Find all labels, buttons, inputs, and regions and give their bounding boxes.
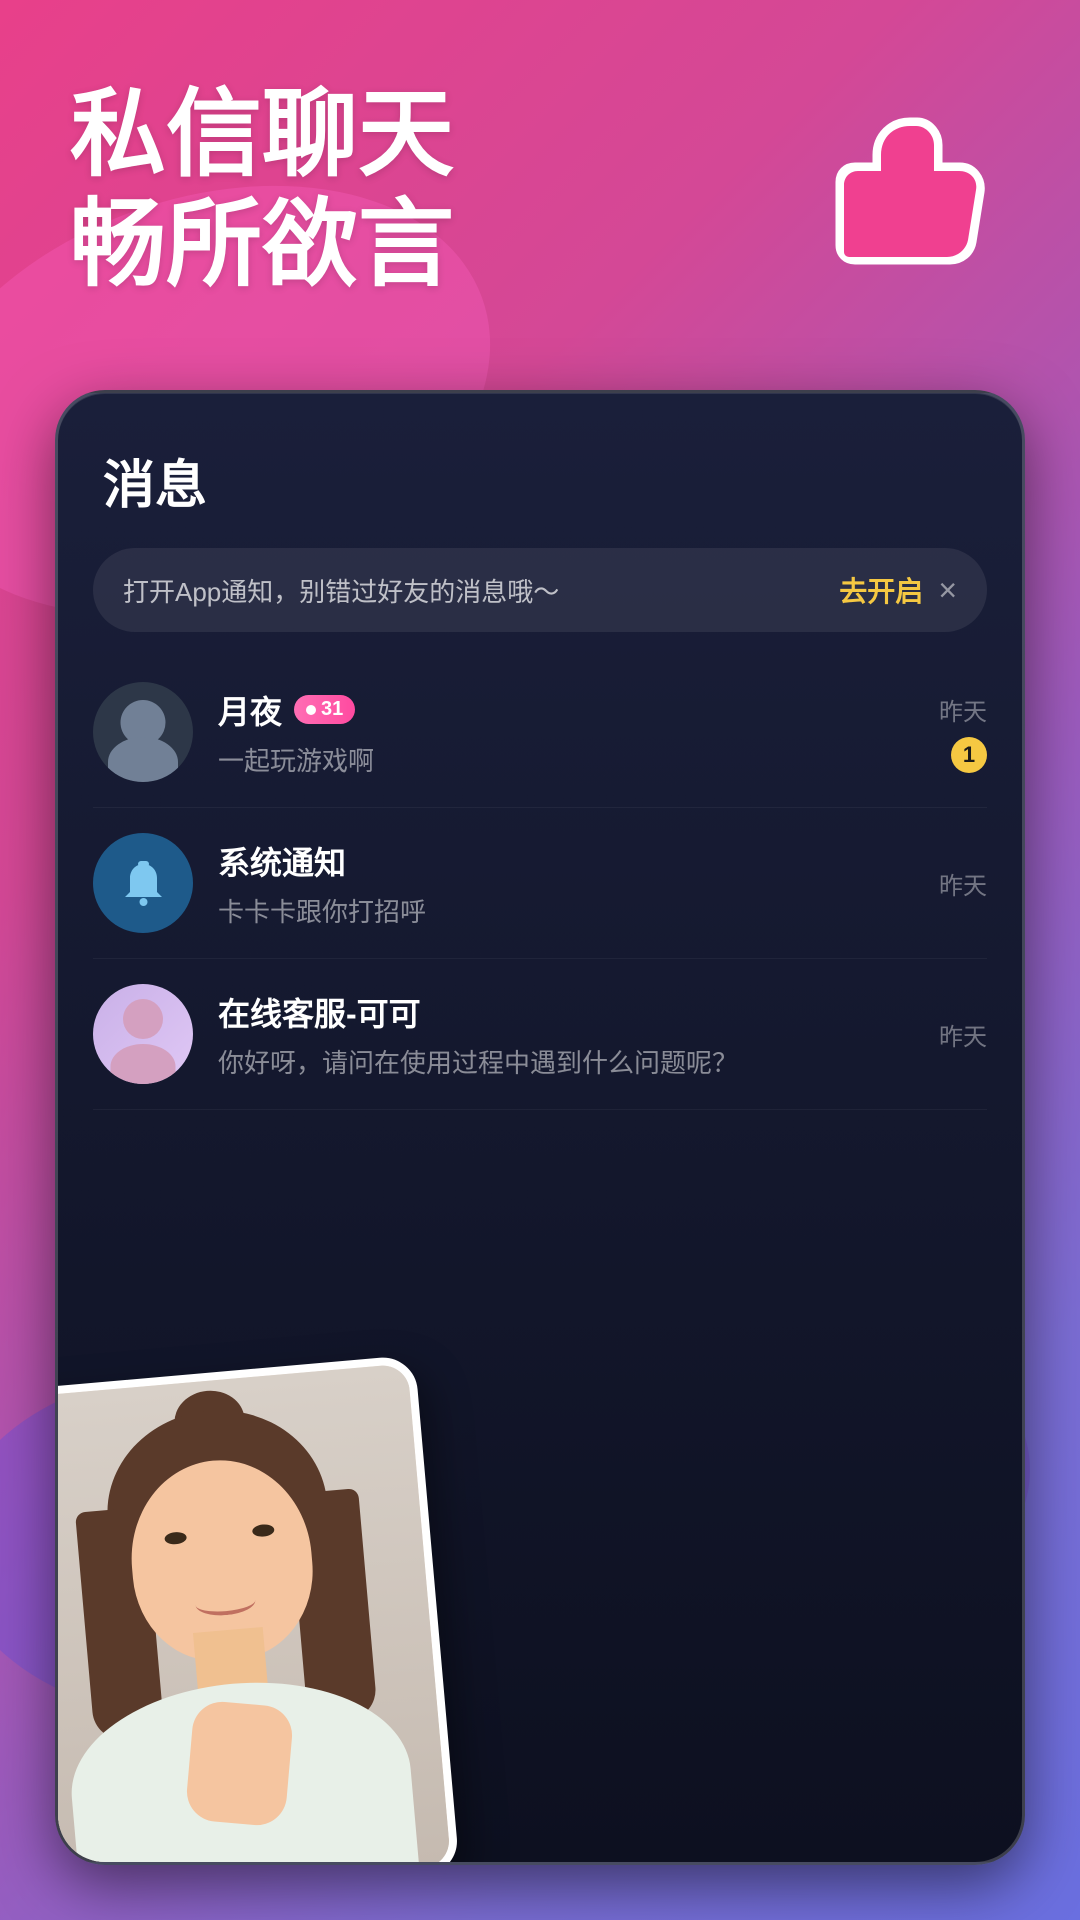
message-preview-2: 卡卡卡跟你打招呼 (218, 892, 939, 929)
message-content-1: 月夜 31 一起玩游戏啊 (218, 687, 939, 778)
avatar-system (93, 833, 193, 933)
message-name-row-1: 月夜 31 (218, 687, 939, 733)
message-name-row-2: 系统通知 (218, 838, 939, 884)
message-item[interactable]: 月夜 31 一起玩游戏啊 昨天 1 (93, 657, 987, 808)
photo-card (55, 1355, 460, 1865)
notification-close-button[interactable]: × (938, 572, 957, 609)
message-preview-3: 你好呀，请问在使用过程中遇到什么问题呢？ (218, 1043, 939, 1080)
unread-badge-1: 1 (951, 737, 987, 773)
header-text: 私信聊天 畅所欲言 (70, 80, 454, 301)
message-meta-3: 昨天 (939, 1017, 987, 1052)
message-item-2[interactable]: 系统通知 卡卡卡跟你打招呼 昨天 (93, 808, 987, 959)
message-content-2: 系统通知 卡卡卡跟你打招呼 (218, 838, 939, 929)
contact-name-3: 在线客服-可可 (218, 989, 421, 1035)
avatar-yuye (93, 682, 193, 782)
girl-photo (55, 1363, 451, 1865)
message-time-3: 昨天 (939, 1017, 987, 1052)
live-dot (306, 705, 316, 715)
portrait (55, 1363, 451, 1865)
header-title-line1: 私信聊天 (70, 80, 454, 190)
message-item-3[interactable]: 在线客服-可可 你好呀，请问在使用过程中遇到什么问题呢？ 昨天 (93, 959, 987, 1110)
message-meta-1: 昨天 1 (939, 692, 987, 773)
phone-mockup: 消息 打开App通知，别错过好友的消息哦～ 去开启 × 月夜 31 一起玩游戏啊 (55, 390, 1025, 1865)
message-content-3: 在线客服-可可 你好呀，请问在使用过程中遇到什么问题呢？ (218, 989, 939, 1080)
notification-banner[interactable]: 打开App通知，别错过好友的消息哦～ 去开启 × (93, 548, 987, 632)
message-preview-1: 一起玩游戏啊 (218, 741, 939, 778)
notification-text: 打开App通知，别错过好友的消息哦～ (123, 572, 824, 609)
notification-action-button[interactable]: 去开启 (839, 570, 923, 610)
avatar-cs (93, 984, 193, 1084)
contact-name-1: 月夜 (218, 687, 282, 733)
live-badge-1: 31 (294, 695, 355, 724)
messages-title: 消息 (103, 443, 977, 518)
hand (184, 1699, 294, 1827)
message-time-1: 昨天 (939, 692, 987, 727)
message-list: 月夜 31 一起玩游戏啊 昨天 1 (58, 657, 1022, 1110)
live-count: 31 (321, 698, 343, 721)
header-title-line2: 畅所欲言 (70, 190, 454, 300)
messages-header: 消息 (58, 393, 1022, 538)
message-name-row-3: 在线客服-可可 (218, 989, 939, 1035)
message-time-2: 昨天 (939, 866, 987, 901)
message-meta-2: 昨天 (939, 866, 987, 901)
contact-name-2: 系统通知 (218, 838, 346, 884)
thumbs-up-icon (820, 100, 1000, 280)
